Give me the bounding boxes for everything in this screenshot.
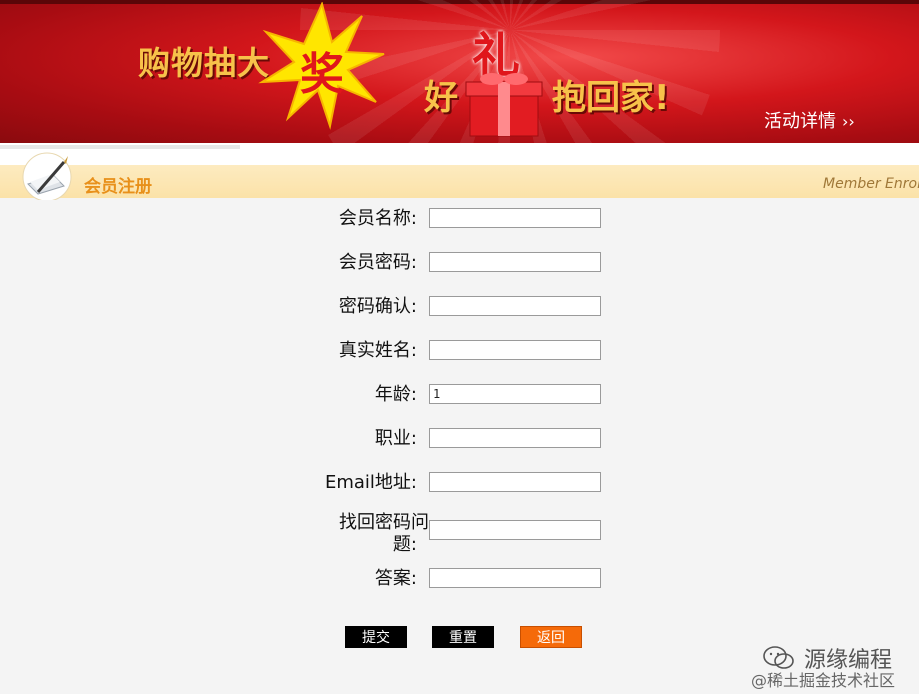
form-row-age: 年龄: (0, 384, 919, 406)
form-row-occupation: 职业: (0, 428, 919, 450)
member-name-input[interactable] (429, 208, 601, 228)
form-row-real-name: 真实姓名: (0, 340, 919, 362)
activity-details-label: 活动详情 (764, 111, 836, 132)
divider-line (0, 145, 240, 149)
real-name-label: 真实姓名: (338, 340, 417, 361)
confirm-password-label: 密码确认: (338, 296, 417, 317)
email-input[interactable] (429, 472, 601, 492)
banner-slogan-highlight: 奖 (300, 49, 344, 100)
banner-slogan-prefix: 购物抽大 (138, 44, 271, 82)
form-row-password: 会员密码: (0, 252, 919, 274)
password-input[interactable] (429, 252, 601, 272)
email-label: Email地址: (324, 472, 417, 493)
age-label: 年龄: (374, 384, 417, 405)
section-english-title: Member Enrol (823, 176, 919, 192)
back-button[interactable]: 返回 (520, 626, 582, 648)
form-row-confirm-password: 密码确认: (0, 296, 919, 318)
password-label: 会员密码: (338, 252, 417, 273)
activity-details-link[interactable]: 活动详情 ›› (764, 107, 855, 133)
recovery-question-label-line2: 题: (392, 534, 417, 555)
form-row-recovery-question: 找回密码问 题: (0, 512, 919, 555)
member-name-label: 会员名称: (338, 208, 417, 229)
promo-banner[interactable]: 购物抽大 奖 礼 好 抱回家! 活动详情 ›› (0, 0, 919, 143)
age-input[interactable] (429, 384, 601, 404)
occupation-input[interactable] (429, 428, 601, 448)
double-chevron-right-icon: ›› (842, 112, 855, 131)
watermark-site: @稀土掘金技术社区 (751, 671, 896, 690)
real-name-input[interactable] (429, 340, 601, 360)
answer-label: 答案: (374, 568, 417, 589)
reset-button[interactable]: 重置 (432, 626, 494, 648)
banner-slogan-home: 抱回家! (552, 78, 670, 118)
answer-input[interactable] (429, 568, 601, 588)
occupation-label: 职业: (374, 428, 417, 449)
recovery-question-label: 找回密码问 题: (327, 512, 429, 556)
section-title: 会员注册 (84, 177, 152, 197)
banner-good-char: 好 (424, 78, 458, 118)
banner-divider (0, 143, 919, 165)
form-row-member-name: 会员名称: (0, 208, 919, 230)
confirm-password-input[interactable] (429, 296, 601, 316)
recovery-question-label-line1: 找回密码问 (339, 512, 429, 533)
form-row-answer: 答案: (0, 568, 919, 590)
form-row-email: Email地址: (0, 472, 919, 494)
recovery-question-input[interactable] (429, 520, 601, 540)
pen-notebook-icon (22, 152, 72, 200)
gift-box-icon (465, 73, 543, 137)
submit-button[interactable]: 提交 (345, 626, 407, 648)
